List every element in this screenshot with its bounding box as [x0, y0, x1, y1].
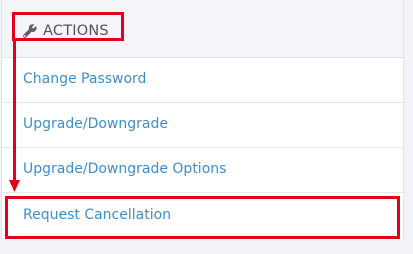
upgrade-downgrade-options-label: Upgrade/Downgrade Options [23, 161, 227, 177]
actions-panel: ACTIONS Change Password Upgrade/Downgrad… [1, 0, 404, 240]
wrench-icon [22, 23, 38, 39]
request-cancellation-link[interactable]: Request Cancellation [2, 194, 403, 239]
actions-title-text: ACTIONS [43, 23, 109, 39]
upgrade-downgrade-label: Upgrade/Downgrade [23, 116, 168, 132]
change-password-link[interactable]: Change Password [2, 58, 403, 103]
actions-panel-header: ACTIONS [2, 0, 403, 58]
upgrade-downgrade-link[interactable]: Upgrade/Downgrade [2, 103, 403, 148]
upgrade-downgrade-options-link[interactable]: Upgrade/Downgrade Options [2, 148, 403, 193]
request-cancellation-label: Request Cancellation [23, 207, 172, 223]
panel-title: ACTIONS [22, 21, 109, 41]
screenshot-stage: ACTIONS Change Password Upgrade/Downgrad… [0, 0, 413, 254]
change-password-label: Change Password [23, 71, 147, 87]
